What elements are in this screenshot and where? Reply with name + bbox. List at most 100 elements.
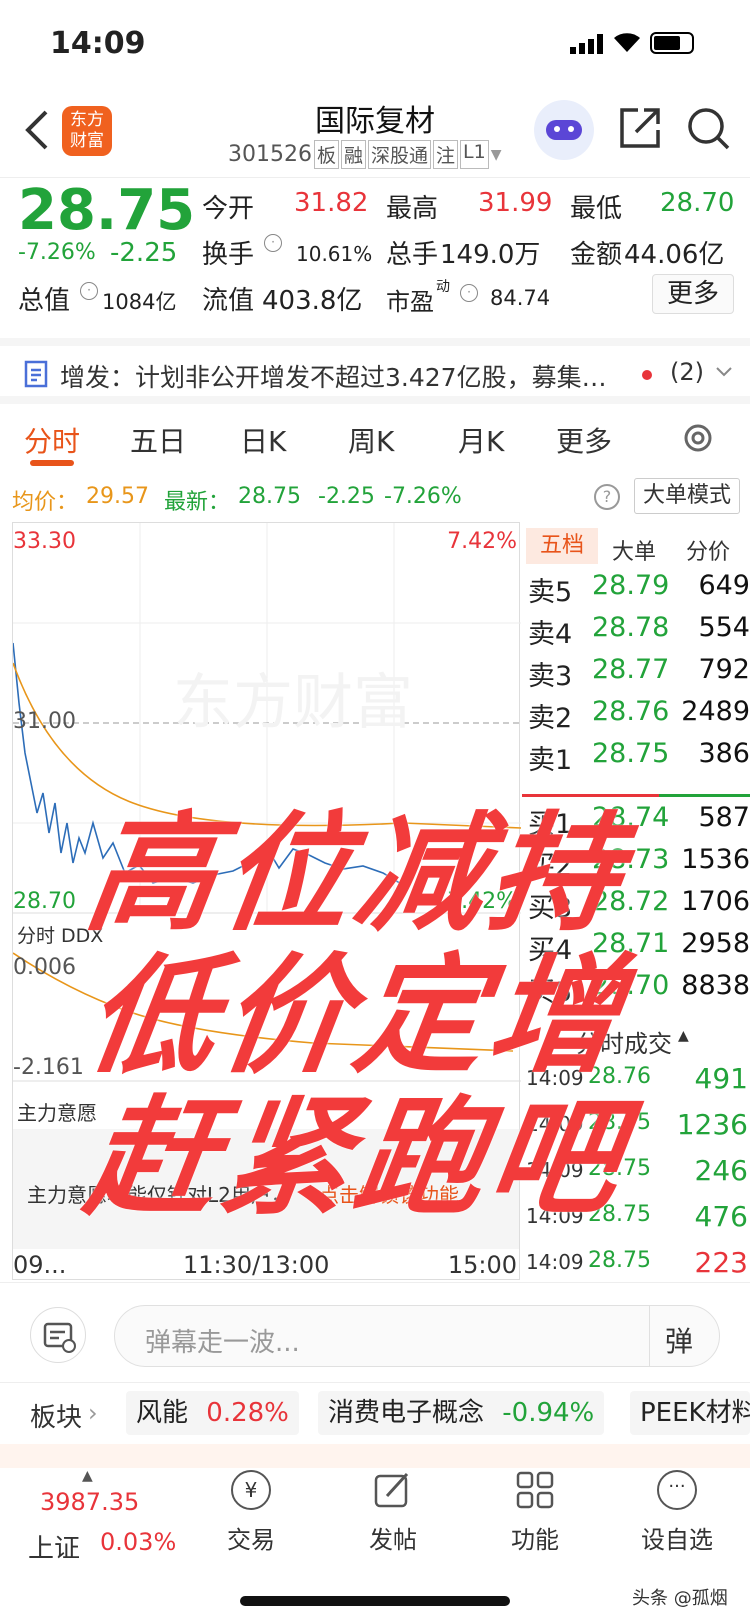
edit-icon (373, 1470, 413, 1510)
ask-price: 28.78 (592, 612, 670, 643)
danmaku-settings-icon[interactable] (30, 1307, 86, 1363)
trade-volume: 491 (694, 1062, 748, 1095)
notice-text: 增发：计划非公开增发不超过3.427亿股，募集… (60, 363, 607, 392)
tab-price-distribution[interactable]: 分价 (686, 534, 730, 566)
ddx-min: -2.161 (13, 1055, 84, 1080)
more-button[interactable]: 更多 (652, 274, 734, 314)
sector-pct: -0.94% (502, 1398, 595, 1428)
bid-volume: 1536 (681, 844, 750, 875)
ask-row[interactable]: 卖2 28.76 2489 (528, 696, 750, 738)
avg-label: 均价： (12, 490, 79, 515)
sector-label[interactable]: 板块 (30, 1397, 82, 1434)
stock-tag: 深股通 (368, 140, 432, 169)
high-label: 最高 (386, 194, 439, 224)
post-button[interactable]: 发帖 (338, 1470, 448, 1555)
ask-row[interactable]: 卖5 28.79 649 (528, 570, 750, 612)
chevron-down-icon[interactable]: ▼ (491, 147, 502, 163)
sector-strip: 板块 › 风能 0.28% 消费电子概念 -0.94% PEEK材料 (0, 1382, 750, 1444)
chevron-down-icon[interactable] (714, 362, 734, 386)
volume-value: 149.0万 (440, 240, 541, 270)
amount-value: 44.06亿 (624, 240, 725, 270)
danmaku-bar: 弹幕走一波... 弹 (0, 1282, 750, 1382)
more-dots-icon: ··· (657, 1470, 697, 1510)
big-order-mode-button[interactable]: 大单模式 (634, 478, 740, 514)
ask-row[interactable]: 卖4 28.78 554 (528, 612, 750, 654)
unread-dot (642, 370, 652, 380)
open-label: 今开 (202, 194, 255, 224)
tab-more[interactable]: 更多 (556, 420, 612, 460)
ask-row[interactable]: 卖3 28.77 792 (528, 654, 750, 696)
amount-label: 金额 (570, 240, 623, 270)
tab-five-levels[interactable]: 五档 (526, 528, 598, 564)
search-icon[interactable] (686, 106, 732, 156)
share-icon[interactable] (618, 106, 662, 154)
wifi-icon (612, 30, 642, 58)
index-name[interactable]: 上证 (28, 1528, 80, 1565)
mcap-label: 总值 (18, 286, 71, 316)
info-icon[interactable]: · (264, 234, 282, 252)
trade-label: 交易 (227, 1526, 275, 1554)
danmaku-input[interactable]: 弹幕走一波... 弹 (114, 1305, 720, 1367)
tab-big-order[interactable]: 大单 (612, 534, 656, 566)
volume-label: 总手 (386, 240, 439, 270)
tab-active-underline (30, 460, 74, 466)
danmaku-placeholder: 弹幕走一波... (145, 1328, 300, 1358)
tab-weekly-k[interactable]: 周K (348, 420, 394, 460)
trade-price: 28.75 (588, 1248, 651, 1273)
tab-intraday[interactable]: 分时 (24, 420, 80, 460)
low-value: 28.70 (660, 188, 735, 218)
overlay-caption-3: 赶紧跑吧 (77, 1084, 635, 1233)
last-price: 28.75 (18, 178, 196, 243)
ask-price: 28.77 (592, 654, 670, 685)
y-mid-price: 31.00 (13, 709, 76, 734)
index-value[interactable]: 3987.35 (40, 1488, 139, 1516)
quote-panel: 28.75 -7.26% -2.25 今开 31.82 最高 31.99 最低 … (0, 178, 750, 338)
gear-icon[interactable] (680, 420, 716, 460)
ask-volume: 2489 (681, 696, 750, 727)
tab-monthly-k[interactable]: 月K (458, 420, 504, 460)
index-pct[interactable]: 0.03% (100, 1528, 176, 1556)
info-icon[interactable]: · (460, 284, 478, 302)
stock-tag: 融 (341, 140, 367, 169)
sector-chip-consumer-electronics[interactable]: 消费电子概念 -0.94% (318, 1391, 605, 1435)
ask-volume: 554 (698, 612, 750, 643)
add-watchlist-button[interactable]: ··· 设自选 (622, 1470, 732, 1555)
battery-icon (650, 32, 694, 54)
danmaku-toggle-button[interactable]: 弹 (665, 1320, 693, 1360)
trade-volume: 223 (694, 1246, 748, 1279)
document-icon (24, 360, 48, 392)
change-value: -2.25 (110, 238, 178, 268)
y-top-price: 33.30 (13, 529, 76, 554)
stock-code: 301526 (228, 142, 312, 167)
post-label: 发帖 (369, 1526, 417, 1554)
ask-label: 卖5 (528, 577, 573, 608)
info-icon[interactable]: · (80, 282, 98, 300)
tab-daily-k[interactable]: 日K (240, 420, 286, 460)
chevron-right-icon[interactable]: › (88, 1399, 98, 1427)
time-end: 15:00 (447, 1251, 517, 1279)
open-value: 31.82 (294, 188, 369, 218)
trade-button[interactable]: ¥ 交易 (196, 1470, 306, 1555)
robot-avatar-icon[interactable] (534, 100, 594, 160)
ask-label: 卖3 (528, 661, 573, 692)
time-start: 09... (13, 1251, 67, 1279)
caret-up-icon: ▲ (82, 1468, 93, 1484)
functions-button[interactable]: 功能 (480, 1470, 590, 1555)
pe-value: 84.74 (490, 286, 551, 310)
sector-chip-wind[interactable]: 风能 0.28% (126, 1391, 299, 1435)
home-indicator (240, 1596, 510, 1606)
pe-label: 市盈 (386, 288, 434, 316)
notice-bar[interactable]: 增发：计划非公开增发不超过3.427亿股，募集… (2) (0, 338, 750, 404)
y-top-pct: 7.42% (447, 529, 517, 554)
stock-code-row: 301526 板融深股通注 L1 ▼ (228, 140, 502, 169)
ddx-max: 0.006 (13, 955, 76, 980)
latest-change: -2.25 (318, 484, 375, 509)
float-label: 流值 (202, 286, 255, 316)
turnover-label: 换手 (202, 240, 255, 270)
turnover-value: 10.61% (296, 242, 373, 266)
sector-chip-peek[interactable]: PEEK材料 (630, 1391, 750, 1435)
tab-five-day[interactable]: 五日 (130, 420, 186, 460)
force-label: 主力意愿 (17, 1101, 97, 1125)
help-icon[interactable]: ? (594, 484, 620, 510)
avg-value: 29.57 (86, 484, 149, 509)
